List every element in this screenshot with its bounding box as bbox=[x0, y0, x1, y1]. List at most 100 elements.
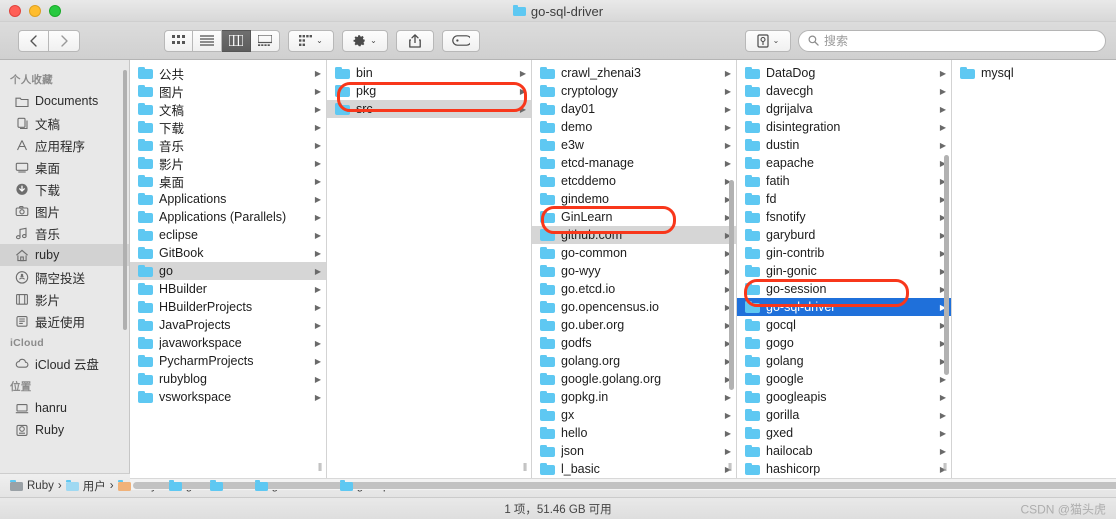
column-item[interactable]: e3w ▶ bbox=[532, 136, 736, 154]
column-item[interactable]: 公共 ▶ bbox=[130, 64, 326, 82]
disclosure-arrow-icon[interactable]: ▶ bbox=[940, 393, 946, 402]
column-item[interactable]: fsnotify ▶ bbox=[737, 208, 951, 226]
column-item[interactable]: 图片 ▶ bbox=[130, 82, 326, 100]
column-item[interactable]: go ▶ bbox=[130, 262, 326, 280]
column-item[interactable]: go-wyy ▶ bbox=[532, 262, 736, 280]
column-view-button[interactable] bbox=[222, 29, 251, 52]
column-item[interactable]: fatih ▶ bbox=[737, 172, 951, 190]
disclosure-arrow-icon[interactable]: ▶ bbox=[315, 69, 321, 78]
column-item[interactable]: 影片 ▶ bbox=[130, 154, 326, 172]
breadcrumb-item[interactable]: Ruby bbox=[10, 479, 54, 492]
column-item[interactable]: etcddemo ▶ bbox=[532, 172, 736, 190]
sidebar-item-图片[interactable]: 图片 bbox=[0, 200, 129, 222]
disclosure-arrow-icon[interactable]: ▶ bbox=[315, 357, 321, 366]
column-item[interactable]: json ▶ bbox=[532, 442, 736, 460]
column-item[interactable]: cryptology ▶ bbox=[532, 82, 736, 100]
column-item[interactable]: pkg ▶ bbox=[327, 82, 531, 100]
disclosure-arrow-icon[interactable]: ▶ bbox=[315, 249, 321, 258]
column-item[interactable]: Applications ▶ bbox=[130, 190, 326, 208]
column-item[interactable]: golang.org ▶ bbox=[532, 352, 736, 370]
disclosure-arrow-icon[interactable]: ▶ bbox=[315, 303, 321, 312]
sidebar-item-ruby[interactable]: Ruby bbox=[0, 419, 129, 441]
column-resize-handle[interactable]: ‖ bbox=[315, 460, 326, 476]
gallery-view-button[interactable] bbox=[251, 29, 280, 52]
sidebar-item-应用程序[interactable]: 应用程序 bbox=[0, 134, 129, 156]
column-item[interactable]: gx ▶ bbox=[532, 406, 736, 424]
column-item[interactable]: 音乐 ▶ bbox=[130, 136, 326, 154]
disclosure-arrow-icon[interactable]: ▶ bbox=[315, 393, 321, 402]
column-item[interactable]: eapache ▶ bbox=[737, 154, 951, 172]
disclosure-arrow-icon[interactable]: ▶ bbox=[940, 87, 946, 96]
column-item[interactable]: dustin ▶ bbox=[737, 136, 951, 154]
disclosure-arrow-icon[interactable]: ▶ bbox=[315, 141, 321, 150]
column-item[interactable]: rubyblog ▶ bbox=[130, 370, 326, 388]
column-item[interactable]: go.opencensus.io ▶ bbox=[532, 298, 736, 316]
column-item[interactable]: go-session ▶ bbox=[737, 280, 951, 298]
disclosure-arrow-icon[interactable]: ▶ bbox=[315, 285, 321, 294]
disclosure-arrow-icon[interactable]: ▶ bbox=[315, 375, 321, 384]
disclosure-arrow-icon[interactable]: ▶ bbox=[315, 339, 321, 348]
disclosure-arrow-icon[interactable]: ▶ bbox=[940, 123, 946, 132]
disclosure-arrow-icon[interactable]: ▶ bbox=[315, 87, 321, 96]
disclosure-arrow-icon[interactable]: ▶ bbox=[725, 141, 731, 150]
column-item[interactable]: demo ▶ bbox=[532, 118, 736, 136]
sidebar-item-文稿[interactable]: 文稿 bbox=[0, 112, 129, 134]
back-button[interactable] bbox=[18, 29, 49, 52]
column-item[interactable]: golang ▶ bbox=[737, 352, 951, 370]
disclosure-arrow-icon[interactable]: ▶ bbox=[725, 87, 731, 96]
column-item[interactable]: disintegration ▶ bbox=[737, 118, 951, 136]
disclosure-arrow-icon[interactable]: ▶ bbox=[725, 447, 731, 456]
disclosure-arrow-icon[interactable]: ▶ bbox=[940, 411, 946, 420]
disclosure-arrow-icon[interactable]: ▶ bbox=[725, 159, 731, 168]
disclosure-arrow-icon[interactable]: ▶ bbox=[725, 429, 731, 438]
column-item[interactable]: day01 ▶ bbox=[532, 100, 736, 118]
column-item[interactable]: mysql bbox=[952, 64, 1116, 82]
column-item[interactable]: GinLearn ▶ bbox=[532, 208, 736, 226]
column-item[interactable]: go-sql-driver ▶ bbox=[737, 298, 951, 316]
disclosure-arrow-icon[interactable]: ▶ bbox=[520, 87, 526, 96]
minimize-button[interactable] bbox=[29, 4, 41, 17]
column-resize-handle[interactable]: ‖ bbox=[520, 460, 531, 476]
column-item[interactable]: gocql ▶ bbox=[737, 316, 951, 334]
share-button[interactable] bbox=[396, 29, 434, 52]
disclosure-arrow-icon[interactable]: ▶ bbox=[725, 105, 731, 114]
forward-button[interactable] bbox=[49, 29, 80, 52]
sidebar-item-音乐[interactable]: 音乐 bbox=[0, 222, 129, 244]
column-item[interactable]: DataDog ▶ bbox=[737, 64, 951, 82]
sidebar-scrollbar[interactable] bbox=[123, 70, 127, 330]
disclosure-arrow-icon[interactable]: ▶ bbox=[725, 69, 731, 78]
column-item[interactable]: garyburd ▶ bbox=[737, 226, 951, 244]
sidebar-item-hanru[interactable]: hanru bbox=[0, 397, 129, 419]
column-item[interactable]: etcd-manage ▶ bbox=[532, 154, 736, 172]
column-item[interactable]: go.etcd.io ▶ bbox=[532, 280, 736, 298]
disclosure-arrow-icon[interactable]: ▶ bbox=[940, 447, 946, 456]
arrange-button[interactable]: ⌄ bbox=[288, 29, 334, 52]
column-item[interactable]: github.com ▶ bbox=[532, 226, 736, 244]
column-item[interactable]: src ▶ bbox=[327, 100, 531, 118]
column-item[interactable]: google.golang.org ▶ bbox=[532, 370, 736, 388]
tag-button[interactable] bbox=[442, 29, 480, 52]
column-item[interactable]: hello ▶ bbox=[532, 424, 736, 442]
column-item[interactable]: Applications (Parallels) ▶ bbox=[130, 208, 326, 226]
action-menu-button[interactable]: ⌄ bbox=[342, 29, 388, 52]
close-button[interactable] bbox=[9, 4, 21, 17]
disclosure-arrow-icon[interactable]: ▶ bbox=[520, 69, 526, 78]
sidebar-item-icloud-云盘[interactable]: iCloud 云盘 bbox=[0, 352, 129, 374]
disclosure-arrow-icon[interactable]: ▶ bbox=[940, 141, 946, 150]
disclosure-arrow-icon[interactable]: ▶ bbox=[315, 159, 321, 168]
search-input[interactable]: 搜索 bbox=[798, 29, 1106, 52]
column-item[interactable]: hailocab ▶ bbox=[737, 442, 951, 460]
column-item[interactable]: PycharmProjects ▶ bbox=[130, 352, 326, 370]
disclosure-arrow-icon[interactable]: ▶ bbox=[315, 195, 321, 204]
disclosure-arrow-icon[interactable]: ▶ bbox=[315, 177, 321, 186]
column-item[interactable]: 下载 ▶ bbox=[130, 118, 326, 136]
column-item[interactable]: google ▶ bbox=[737, 370, 951, 388]
maximize-button[interactable] bbox=[49, 4, 61, 17]
column-item[interactable]: HBuilderProjects ▶ bbox=[130, 298, 326, 316]
disclosure-arrow-icon[interactable]: ▶ bbox=[315, 321, 321, 330]
column-item[interactable]: go-common ▶ bbox=[532, 244, 736, 262]
disclosure-arrow-icon[interactable]: ▶ bbox=[315, 105, 321, 114]
list-view-button[interactable] bbox=[193, 29, 222, 52]
sidebar-item-documents[interactable]: Documents bbox=[0, 90, 129, 112]
sidebar-item-影片[interactable]: 影片 bbox=[0, 288, 129, 310]
